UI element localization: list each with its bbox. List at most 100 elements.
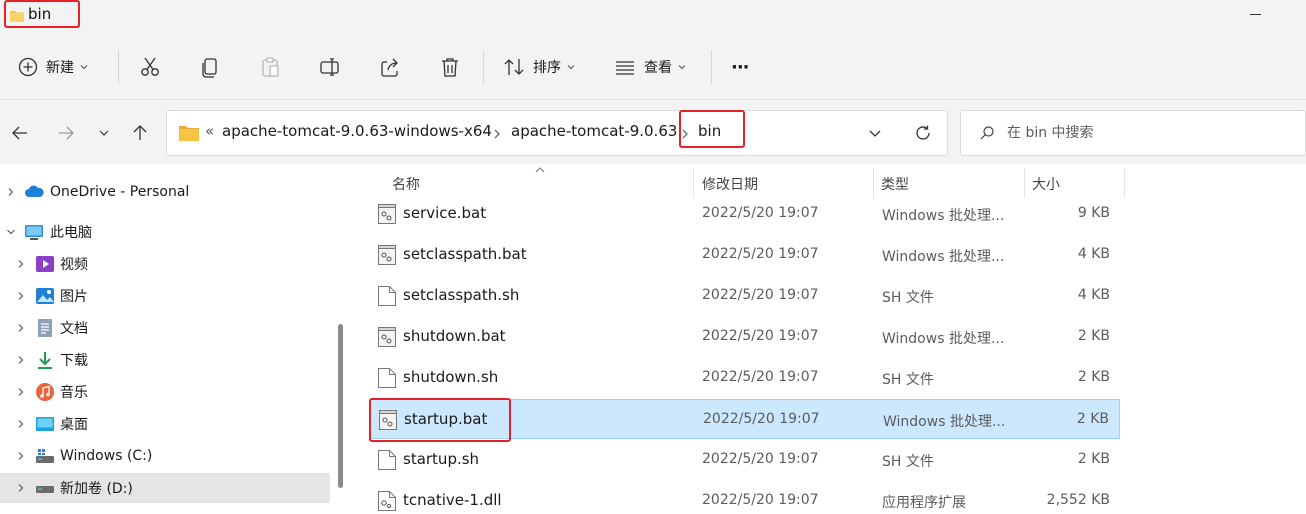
file-row[interactable]: shutdown.sh 2022/5/20 19:07 SH 文件 2 KB	[370, 358, 1120, 398]
chevron-right-icon	[18, 260, 24, 268]
breadcrumb-item[interactable]: apache-tomcat-9.0.63	[511, 122, 677, 140]
nav-item-this-pc[interactable]: 此电脑	[0, 217, 330, 247]
nav-item-desktop[interactable]: 桌面	[0, 409, 330, 439]
recent-locations-button[interactable]	[90, 120, 118, 146]
search-icon	[980, 126, 994, 140]
nav-item-music[interactable]: 音乐	[0, 377, 330, 407]
toolbar-divider	[118, 50, 119, 84]
more-options-button[interactable]: ···	[731, 50, 749, 84]
column-header-type[interactable]: 类型	[881, 174, 909, 194]
chevron-down-icon	[567, 65, 575, 70]
file-size: 9 KB	[1077, 205, 1110, 221]
plus-circle-icon	[18, 57, 38, 77]
back-button[interactable]	[6, 120, 34, 146]
file-name: setclasspath.bat	[403, 245, 527, 263]
nav-item-onedrive[interactable]: OneDrive - Personal	[0, 177, 330, 207]
file-name: service.bat	[403, 204, 487, 222]
file-type: SH 文件	[882, 372, 934, 388]
view-button-label: 查看	[644, 60, 672, 76]
file-row[interactable]: startup.sh 2022/5/20 19:07 SH 文件 2 KB	[370, 440, 1120, 480]
file-row[interactable]: setclasspath.sh 2022/5/20 19:07 SH 文件 4 …	[370, 276, 1120, 316]
address-bar[interactable]: « apache-tomcat-9.0.63-windows-x64 apach…	[166, 110, 948, 156]
file-type: Windows 批处理...	[882, 208, 1005, 224]
column-header-name[interactable]: 名称	[392, 174, 420, 194]
forward-button[interactable]	[52, 120, 80, 146]
refresh-icon[interactable]	[913, 123, 933, 143]
arrow-left-icon	[12, 126, 27, 140]
nav-item-downloads[interactable]: 下载	[0, 345, 330, 375]
file-date: 2022/5/20 19:07	[702, 205, 819, 221]
nav-item-pictures[interactable]: 图片	[0, 281, 330, 311]
command-bar: 新建 排序 查看 ···	[0, 34, 1306, 100]
video-icon	[36, 256, 54, 272]
sort-button[interactable]: 排序	[503, 50, 575, 84]
paste-button[interactable]	[259, 50, 281, 84]
file-name: startup.sh	[403, 450, 480, 468]
file-row-highlight	[369, 398, 511, 442]
column-divider[interactable]	[1124, 168, 1125, 198]
breadcrumb-overflow[interactable]: «	[205, 122, 214, 140]
file-name: shutdown.sh	[403, 368, 499, 386]
nav-item-label: 图片	[60, 289, 88, 305]
share-button[interactable]	[379, 50, 401, 84]
chevron-right-icon	[18, 324, 24, 332]
nav-item-label: 此电脑	[50, 225, 92, 241]
file-name: tcnative-1.dll	[403, 491, 502, 509]
navigation-scrollbar-thumb[interactable]	[338, 324, 343, 488]
drive-icon	[36, 486, 54, 493]
file-date: 2022/5/20 19:07	[702, 246, 819, 262]
breadcrumb-item[interactable]: apache-tomcat-9.0.63-windows-x64	[222, 122, 492, 140]
cut-button[interactable]	[139, 50, 161, 84]
chevron-right-icon	[18, 292, 24, 300]
nav-item-drive-c[interactable]: Windows (C:)	[0, 441, 330, 471]
address-row: « apache-tomcat-9.0.63-windows-x64 apach…	[0, 100, 1306, 164]
search-box[interactable]	[960, 110, 1306, 156]
search-input[interactable]	[1007, 122, 1287, 144]
copy-icon	[202, 58, 217, 78]
file-icon	[378, 450, 396, 470]
file-row[interactable]: shutdown.bat 2022/5/20 19:07 Windows 批处理…	[370, 317, 1120, 357]
chevron-right-icon	[18, 388, 24, 396]
sort-button-label: 排序	[533, 60, 561, 76]
new-button[interactable]: 新建	[18, 50, 88, 84]
breadcrumb-current[interactable]: bin	[698, 122, 721, 140]
nav-item-label: 音乐	[60, 385, 88, 401]
up-button[interactable]	[126, 120, 154, 146]
navigation-pane: OneDrive - Personal 此电脑 视频 图片 文档 下载 音乐 桌…	[0, 164, 350, 514]
chevron-down-icon[interactable]	[867, 125, 883, 141]
toolbar-divider	[711, 50, 712, 84]
file-row[interactable]: service.bat 2022/5/20 19:07 Windows 批处理.…	[370, 194, 1120, 234]
column-header-size[interactable]: 大小	[1032, 174, 1060, 194]
document-icon	[38, 319, 52, 337]
nav-item-drive-d[interactable]: 新加卷 (D:)	[0, 473, 330, 503]
chevron-right-icon	[494, 129, 500, 139]
nav-item-videos[interactable]: 视频	[0, 249, 330, 279]
file-size: 2 KB	[1077, 451, 1110, 467]
file-type: Windows 批处理...	[882, 331, 1005, 347]
minimize-button[interactable]	[1244, 4, 1268, 24]
trash-icon	[442, 58, 458, 77]
file-type: SH 文件	[882, 454, 934, 470]
desktop-icon	[36, 417, 54, 431]
view-button[interactable]: 查看	[614, 50, 686, 84]
arrow-right-icon	[59, 126, 74, 140]
file-type: SH 文件	[882, 290, 934, 306]
file-row[interactable]: tcnative-1.dll 2022/5/20 19:07 应用程序扩展 2,…	[370, 481, 1120, 514]
nav-item-label: 新加卷 (D:)	[60, 481, 133, 497]
nav-item-documents[interactable]: 文档	[0, 313, 330, 343]
column-header-date[interactable]: 修改日期	[702, 174, 758, 194]
chevron-right-icon	[682, 129, 688, 139]
chevron-right-icon	[18, 420, 24, 428]
file-name: setclasspath.sh	[403, 286, 520, 304]
rename-button[interactable]	[319, 50, 341, 84]
delete-button[interactable]	[439, 50, 461, 84]
file-size: 2 KB	[1076, 411, 1109, 427]
nav-item-label: 下载	[60, 353, 88, 369]
toolbar-divider	[483, 50, 484, 84]
file-date: 2022/5/20 19:07	[702, 492, 819, 508]
file-icon	[378, 368, 396, 388]
file-row[interactable]: setclasspath.bat 2022/5/20 19:07 Windows…	[370, 235, 1120, 275]
file-list: 名称 修改日期 类型 大小 service.bat 2022/5/20 19:0…	[352, 164, 1306, 514]
copy-button[interactable]	[199, 50, 221, 84]
file-date: 2022/5/20 19:07	[702, 328, 819, 344]
